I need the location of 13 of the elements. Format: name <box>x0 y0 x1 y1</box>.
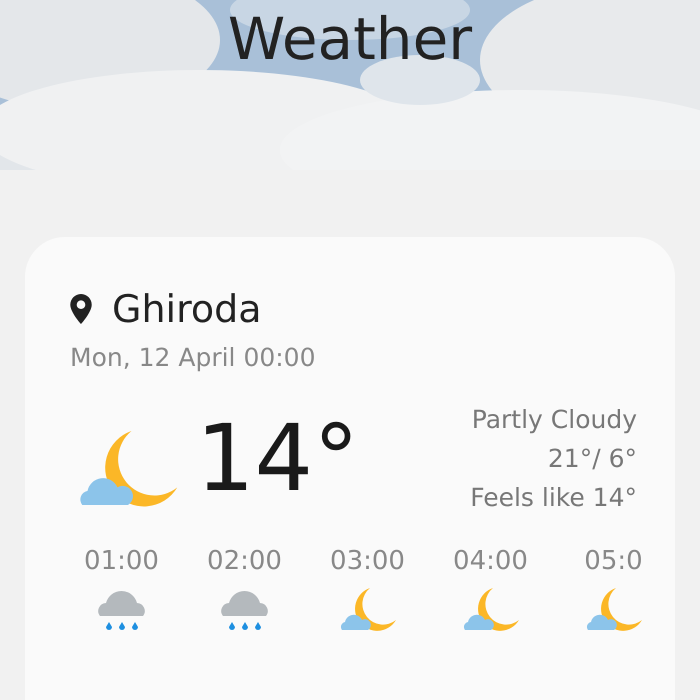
condition: Partly Cloudy <box>472 404 637 434</box>
date-time: Mon, 12 April 00:00 <box>70 343 316 372</box>
app-title: Weather <box>226 4 474 74</box>
location-name: Ghiroda <box>112 287 262 331</box>
hour-time: 03:00 <box>330 546 405 576</box>
location-pin-icon <box>70 294 92 324</box>
hour-time: 01:00 <box>84 546 159 576</box>
temperature: 14° <box>196 404 360 512</box>
hour-time: 02:00 <box>207 546 282 576</box>
high-low: 21°/ 6° <box>548 444 637 472</box>
feels-like: Feels like 14° <box>470 482 637 512</box>
hour-time: 05:0 <box>584 546 643 576</box>
hour-time: 04:00 <box>453 546 528 576</box>
